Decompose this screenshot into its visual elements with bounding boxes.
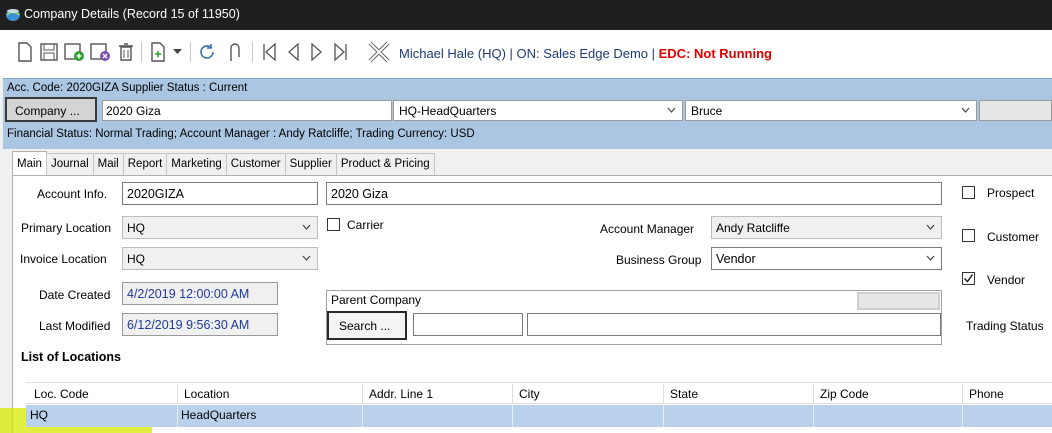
tab-journal[interactable]: Journal xyxy=(45,153,94,175)
account-info-label: Account Info. xyxy=(37,187,108,201)
primary-location-label: Primary Location xyxy=(21,221,112,235)
cell-loc-code: HQ xyxy=(30,408,48,422)
tab-product-pricing[interactable]: Product & Pricing xyxy=(335,153,435,175)
cancel-icon[interactable] xyxy=(366,40,392,64)
toolbar-separator xyxy=(252,42,253,62)
account-manager-label: Account Manager xyxy=(600,222,695,236)
refresh-icon[interactable] xyxy=(196,40,218,64)
primary-location-value: HQ xyxy=(127,221,145,235)
title-bar: Company Details (Record 15 of 11950) xyxy=(0,0,1052,30)
save-close-icon[interactable] xyxy=(88,40,112,64)
chevron-down-icon xyxy=(302,255,311,261)
tab-supplier[interactable]: Supplier xyxy=(284,153,337,175)
delete-icon[interactable] xyxy=(115,40,137,64)
date-created-label: Date Created xyxy=(39,288,111,302)
company-button[interactable]: Company ... xyxy=(5,97,97,122)
locations-title: List of Locations xyxy=(21,350,121,364)
next-record-icon[interactable] xyxy=(306,40,328,64)
edc-status: EDC: Not Running xyxy=(658,46,772,61)
vendor-label: Vendor xyxy=(987,273,1026,287)
add-dropdown-icon[interactable] xyxy=(147,40,169,64)
parent-search-button[interactable]: Search ... xyxy=(327,311,407,340)
primary-location-select[interactable]: HQ xyxy=(122,216,318,239)
carrier-label: Carrier xyxy=(347,218,384,232)
customer-label: Customer xyxy=(987,230,1040,244)
invoice-location-value: HQ xyxy=(127,252,145,266)
location-combo-value: HQ-HeadQuarters xyxy=(399,104,497,118)
toolbar-separator xyxy=(141,42,142,62)
parent-code-input[interactable] xyxy=(413,313,523,336)
column-header-state[interactable]: State xyxy=(663,384,813,403)
account-summary: Acc. Code: 2020GIZA Supplier Status : Cu… xyxy=(7,82,248,94)
business-group-value: Vendor xyxy=(716,252,756,266)
last-record-icon[interactable] xyxy=(330,40,352,64)
tab-mail[interactable]: Mail xyxy=(92,153,124,175)
account-manager-select[interactable]: Andy Ratcliffe xyxy=(711,216,942,239)
table-row[interactable] xyxy=(26,405,1052,427)
tab-report[interactable]: Report xyxy=(122,153,168,175)
location-combo[interactable]: HQ-HeadQuarters xyxy=(393,100,683,121)
trading-status-label: Trading Status xyxy=(966,319,1044,333)
app-globe-icon xyxy=(6,9,20,21)
account-code-input[interactable]: 2020GIZA xyxy=(122,182,318,205)
chevron-down-icon xyxy=(926,224,935,230)
save-icon[interactable] xyxy=(38,40,60,64)
column-header-zip[interactable]: Zip Code xyxy=(813,384,962,403)
business-group-select[interactable]: Vendor xyxy=(711,247,942,270)
prev-record-icon[interactable] xyxy=(282,40,304,64)
financial-status: Financial Status: Normal Trading; Accoun… xyxy=(7,128,475,140)
invoice-location-select[interactable]: HQ xyxy=(122,247,318,270)
column-header-addr1[interactable]: Addr. Line 1 xyxy=(362,384,512,403)
last-modified-label: Last Modified xyxy=(39,319,111,333)
tab-strip: Main Journal Mail Report Marketing Custo… xyxy=(12,151,435,175)
carrier-checkbox[interactable] xyxy=(327,218,340,231)
parent-name-input[interactable] xyxy=(527,313,941,336)
manager-combo-value: Bruce xyxy=(691,104,723,118)
vendor-checkbox[interactable] xyxy=(962,272,975,285)
last-modified-field: 6/12/2019 9:56:30 AM xyxy=(122,313,278,336)
chevron-down-icon[interactable] xyxy=(170,40,184,64)
checkmark-icon xyxy=(963,274,974,283)
tab-marketing[interactable]: Marketing xyxy=(166,153,227,175)
customer-checkbox[interactable] xyxy=(962,229,975,242)
chevron-down-icon xyxy=(302,224,311,230)
parent-company-status-field xyxy=(857,292,940,310)
account-name-input[interactable]: 2020 Giza xyxy=(326,182,942,205)
save-new-icon[interactable] xyxy=(62,40,86,64)
chevron-down-icon xyxy=(926,255,935,261)
prospect-label: Prospect xyxy=(987,186,1035,200)
account-manager-value: Andy Ratcliffe xyxy=(716,221,790,235)
header-extra-field[interactable] xyxy=(979,100,1052,121)
tab-customer[interactable]: Customer xyxy=(225,153,286,175)
column-header-city[interactable]: City xyxy=(512,384,663,403)
tab-main[interactable]: Main xyxy=(12,151,47,175)
manager-combo[interactable]: Bruce xyxy=(685,100,977,121)
column-header-location[interactable]: Location xyxy=(177,384,362,403)
company-name-field[interactable]: 2020 Giza xyxy=(102,100,392,121)
attach-icon[interactable] xyxy=(224,40,246,64)
user-connection-text: Michael Hale (HQ) | ON: Sales Edge Demo … xyxy=(399,46,659,61)
parent-company-label: Parent Company xyxy=(331,293,422,307)
first-record-icon[interactable] xyxy=(258,40,280,64)
invoice-location-label: Invoice Location xyxy=(20,252,107,266)
new-icon[interactable] xyxy=(14,40,36,64)
prospect-checkbox[interactable] xyxy=(962,186,975,199)
chevron-down-icon xyxy=(961,107,970,113)
cell-location: HeadQuarters xyxy=(181,408,257,422)
connection-status: Michael Hale (HQ) | ON: Sales Edge Demo … xyxy=(399,46,772,61)
window-title: Company Details (Record 15 of 11950) xyxy=(24,7,240,21)
column-header-phone[interactable]: Phone xyxy=(962,384,1052,403)
toolbar-separator xyxy=(190,42,191,62)
business-group-label: Business Group xyxy=(616,253,702,267)
date-created-field: 4/2/2019 12:00:00 AM xyxy=(122,282,278,305)
chevron-down-icon xyxy=(667,107,676,113)
column-header-loc-code[interactable]: Loc. Code xyxy=(28,384,176,403)
